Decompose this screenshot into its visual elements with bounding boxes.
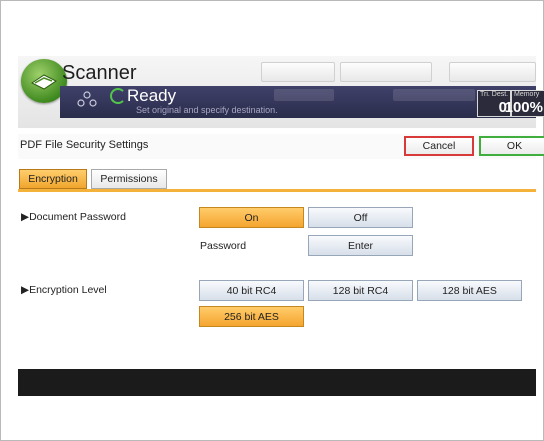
- settings-content: ▶Document Password On Off Password Enter…: [18, 193, 536, 367]
- document-password-label: ▶Document Password: [21, 211, 126, 223]
- status-subtext: Set original and specify destination.: [136, 105, 278, 115]
- settings-bar: PDF File Security Settings Cancel OK: [18, 134, 544, 159]
- header-button-2[interactable]: [340, 62, 432, 82]
- tab-underline: [18, 189, 536, 192]
- status-bar: Ready Set original and specify destinati…: [60, 86, 544, 118]
- level-128bit-aes-button[interactable]: 128 bit AES: [417, 280, 522, 301]
- bottom-bar: [18, 369, 536, 396]
- level-40bit-rc4-button[interactable]: 40 bit RC4: [199, 280, 304, 301]
- memory-indicator: Memory 100%: [505, 90, 544, 117]
- password-enter-button[interactable]: Enter: [308, 235, 413, 256]
- page-title: PDF File Security Settings: [20, 139, 149, 151]
- ok-button[interactable]: OK: [479, 136, 544, 156]
- cancel-button[interactable]: Cancel: [404, 136, 474, 156]
- status-text: Ready: [127, 86, 177, 105]
- status-placeholder-1: [274, 89, 334, 101]
- screen-frame: Scanner Ready Set original and specify d…: [0, 0, 544, 441]
- people-icon: [76, 90, 98, 114]
- app-header: Scanner Ready Set original and specify d…: [18, 56, 544, 128]
- password-field-label: Password: [200, 240, 247, 252]
- memory-label: Memory: [514, 91, 540, 98]
- header-button-3[interactable]: [449, 62, 536, 82]
- password-on-button[interactable]: On: [199, 207, 304, 228]
- counter-label: Tri. Dest.: [480, 91, 509, 98]
- tab-encryption[interactable]: Encryption: [19, 169, 87, 189]
- level-256bit-aes-button[interactable]: 256 bit AES: [199, 306, 304, 327]
- ready-circle-icon: [110, 88, 126, 104]
- password-off-button[interactable]: Off: [308, 207, 413, 228]
- memory-value: 100%: [504, 99, 543, 116]
- tab-bar: Encryption Permissions: [18, 165, 536, 192]
- app-title: Scanner: [62, 62, 137, 84]
- status-placeholder-2: [393, 89, 475, 101]
- encryption-level-label: ▶Encryption Level: [21, 284, 107, 296]
- tab-permissions[interactable]: Permissions: [91, 169, 167, 189]
- level-128bit-rc4-button[interactable]: 128 bit RC4: [308, 280, 413, 301]
- header-button-1[interactable]: [261, 62, 335, 82]
